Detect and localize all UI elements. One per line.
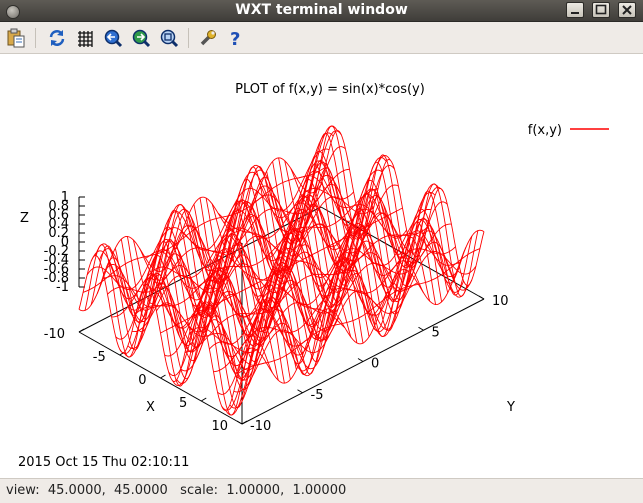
- grid-icon: [78, 31, 93, 47]
- minimize-icon: [571, 12, 579, 14]
- x-tick: [78, 328, 85, 333]
- close-icon: [622, 5, 632, 15]
- previous-zoom-button[interactable]: [102, 27, 124, 49]
- y-tick-label: 5: [432, 325, 440, 340]
- y-tick-label: -5: [311, 388, 324, 403]
- y-tick-label: 0: [371, 357, 379, 372]
- close-button[interactable]: [618, 2, 636, 18]
- toolbar-separator: [35, 28, 36, 48]
- y-tick-label: -10: [250, 419, 271, 434]
- zoom-previous-icon: [104, 29, 123, 48]
- toggle-grid-button[interactable]: [74, 27, 96, 49]
- autoscale-button[interactable]: [158, 27, 180, 49]
- zoom-fit-icon: [160, 29, 179, 48]
- configuration-button[interactable]: [197, 27, 219, 49]
- maximize-button[interactable]: [592, 2, 610, 18]
- y-axis-label: Y: [506, 400, 515, 415]
- toolbar: ?: [0, 22, 643, 54]
- z-tick-label: -1: [56, 280, 69, 295]
- maximize-icon: [595, 4, 607, 15]
- clipboard-icon: [7, 28, 25, 48]
- status-text: view: 45.0000, 45.0000 scale: 1.00000, 1…: [6, 483, 347, 498]
- x-tick-label: 5: [179, 396, 187, 411]
- x-axis-label: X: [146, 400, 155, 415]
- z-axis-label: Z: [20, 211, 29, 226]
- y-tick: [357, 358, 364, 362]
- surface-plot: PLOT of f(x,y) = sin(x)*cos(y) f(x,y) 10…: [18, 82, 609, 470]
- replot-icon: [49, 30, 65, 46]
- status-bar: view: 45.0000, 45.0000 scale: 1.00000, 1…: [0, 478, 643, 503]
- svg-text:?: ?: [230, 29, 240, 48]
- copy-to-clipboard-button[interactable]: [5, 27, 27, 49]
- x-tick: [160, 374, 166, 379]
- replot-button[interactable]: [46, 27, 68, 49]
- y-tick: [236, 420, 243, 425]
- x-tick-label: -5: [93, 350, 106, 365]
- chart-title: PLOT of f(x,y) = sin(x)*cos(y): [235, 82, 425, 97]
- x-tick-label: -10: [44, 327, 65, 342]
- help-button[interactable]: ?: [225, 27, 247, 49]
- plot-area[interactable]: PLOT of f(x,y) = sin(x)*cos(y) f(x,y) 10…: [1, 55, 642, 478]
- legend-label: f(x,y): [528, 123, 562, 138]
- zoom-next-icon: [132, 29, 151, 48]
- next-zoom-button[interactable]: [130, 27, 152, 49]
- help-icon: ?: [230, 29, 240, 48]
- window-title: WXT terminal window: [235, 2, 408, 18]
- y-tick: [418, 326, 424, 331]
- toolbar-separator: [188, 28, 189, 48]
- x-tick: [241, 420, 248, 425]
- title-bar: WXT terminal window: [0, 0, 643, 22]
- wrench-icon: [200, 30, 216, 46]
- y-tick-label: 10: [492, 294, 509, 309]
- x-tick-label: 10: [211, 419, 228, 434]
- surface-mesh: [78, 125, 485, 416]
- y-tick: [478, 295, 485, 300]
- minimize-button[interactable]: [566, 2, 584, 18]
- x-tick: [200, 397, 207, 402]
- x-tick-label: 0: [138, 373, 146, 388]
- timestamp: 2015 Oct 15 Thu 02:10:11: [18, 455, 189, 470]
- y-tick: [297, 389, 303, 394]
